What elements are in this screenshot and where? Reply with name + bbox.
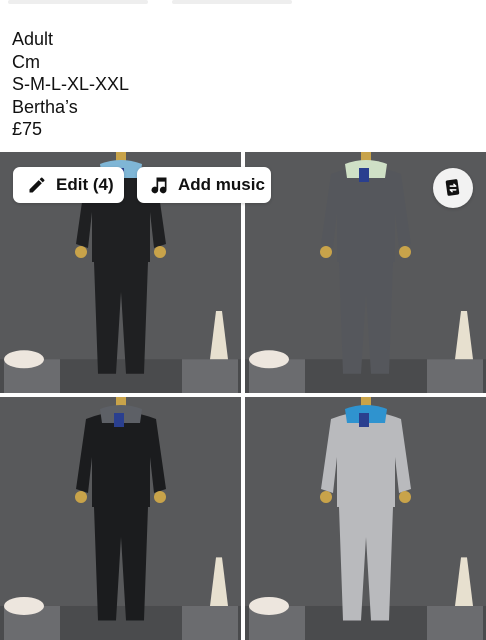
add-music-label: Add music — [178, 175, 265, 194]
mannequin-hand — [154, 491, 166, 503]
folded-item — [249, 596, 289, 615]
top-divider-left — [8, 0, 148, 4]
mannequin-hand — [154, 246, 166, 258]
swap-photos-icon — [445, 179, 460, 196]
price-tag — [359, 413, 369, 427]
mannequin-hand — [399, 246, 411, 258]
folded-item — [4, 350, 44, 369]
display-stand — [427, 359, 483, 393]
post-caption[interactable]: Adult Cm S-M-L-XL-XXL Bertha’s £75 — [12, 28, 472, 141]
music-note-icon — [149, 175, 169, 195]
caption-line-seller: Bertha’s — [12, 96, 78, 117]
add-music-button[interactable]: Add music — [137, 167, 271, 203]
folded-item — [4, 596, 44, 615]
mannequin-hand — [320, 246, 332, 258]
display-stand — [182, 359, 238, 393]
display-stand — [427, 605, 483, 640]
price-tag — [359, 168, 369, 182]
caption-line-sizes: S-M-L-XL-XXL — [12, 74, 130, 94]
tracksuit-photo — [0, 397, 241, 640]
swap-photos-button[interactable] — [433, 168, 473, 208]
caption-line-audience: Adult — [12, 29, 54, 49]
price-tag — [114, 413, 124, 427]
tracksuit-photo — [245, 397, 486, 640]
mannequin-hand — [320, 491, 332, 503]
photo-grid — [0, 152, 486, 640]
caption-line-cm: Cm — [12, 51, 40, 72]
edit-photos-label: Edit (4) — [56, 175, 114, 194]
photo-tile-3[interactable] — [0, 397, 241, 640]
top-edge — [0, 0, 486, 6]
mannequin-hand — [399, 491, 411, 503]
caption-line-price: £75 — [12, 119, 43, 139]
top-divider-right — [172, 0, 292, 4]
photo-tile-4[interactable] — [245, 397, 486, 640]
edit-photos-button[interactable]: Edit (4) — [13, 167, 124, 203]
mannequin-hand — [75, 246, 87, 258]
display-stand — [182, 605, 238, 640]
folded-item — [249, 350, 289, 369]
pencil-icon — [27, 175, 47, 195]
mannequin-hand — [75, 491, 87, 503]
